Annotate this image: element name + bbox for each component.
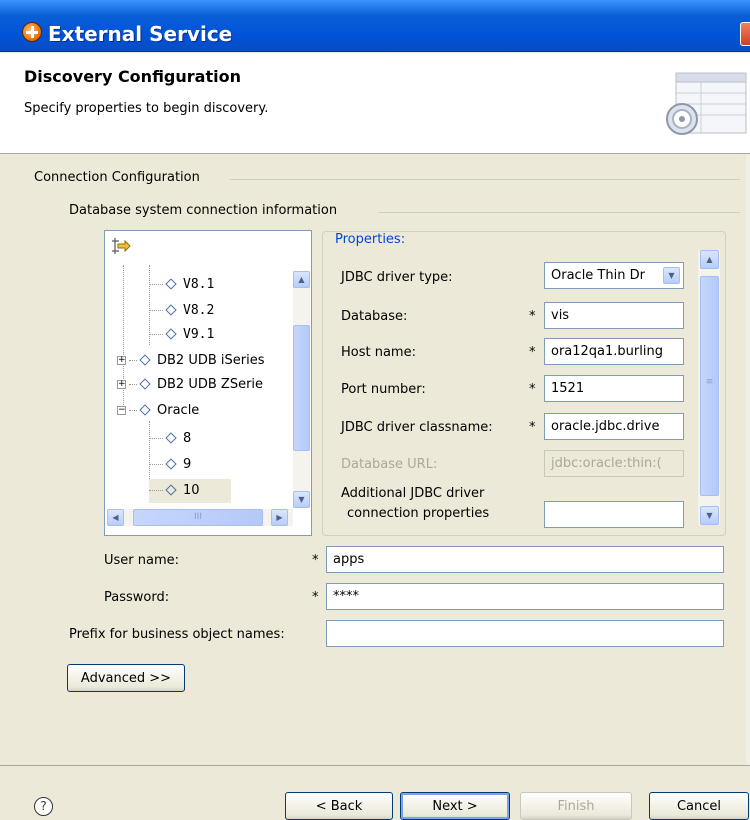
tree-item-db2-udb-zseries[interactable]: + DB2 UDB ZSerie xyxy=(117,373,263,397)
tree-horizontal-scrollbar[interactable]: ◀ III ▶ xyxy=(107,509,293,526)
page-title: Discovery Configuration xyxy=(24,67,241,86)
app-icon xyxy=(22,22,42,42)
additional-jdbc-props-input[interactable] xyxy=(544,501,684,528)
next-button[interactable]: Next > xyxy=(400,792,510,820)
discovery-banner-icon xyxy=(666,72,747,135)
jdbc-driver-type-label: JDBC driver type: xyxy=(341,270,453,285)
expand-icon[interactable]: + xyxy=(117,356,126,365)
host-name-label: Host name: xyxy=(341,345,416,360)
port-number-label: Port number: xyxy=(341,382,426,397)
host-name-input[interactable]: ora12qa1.burling xyxy=(544,338,684,365)
tree-item-oracle-9[interactable]: 9 xyxy=(149,453,191,477)
scroll-up-icon[interactable]: ▲ xyxy=(293,271,310,288)
additional-jdbc-props-label-line1: Additional JDBC driver xyxy=(341,486,485,501)
port-number-input[interactable]: 1521 xyxy=(544,375,684,402)
properties-legend: Properties: xyxy=(332,232,409,247)
wizard-header: Discovery Configuration Specify properti… xyxy=(0,53,750,154)
jdbc-driver-classname-input[interactable]: oracle.jdbc.drive xyxy=(544,413,684,440)
tree-item-oracle-10[interactable]: 10 xyxy=(149,479,231,503)
connection-configuration-label: Connection Configuration xyxy=(34,170,206,185)
required-marker: * xyxy=(529,309,536,324)
node-icon xyxy=(165,327,177,340)
jdbc-driver-type-select[interactable]: Oracle Thin Dr ▼ xyxy=(544,262,684,289)
help-icon[interactable]: ? xyxy=(34,797,53,816)
additional-jdbc-props-label-line2: connection properties xyxy=(347,506,490,521)
tree-item-db2-udb-iseries[interactable]: + DB2 UDB iSeries xyxy=(117,349,265,373)
cancel-button[interactable]: Cancel xyxy=(649,792,749,820)
database-type-tree[interactable]: V8.1 V8.2 V9.1 + DB2 UDB iSeries + DB2 UDB… xyxy=(104,230,312,536)
footer-divider xyxy=(0,765,750,766)
jdbc-driver-classname-label: JDBC driver classname: xyxy=(341,420,493,435)
scroll-up-icon[interactable]: ▲ xyxy=(700,250,719,269)
scroll-thumb[interactable]: III xyxy=(133,509,263,526)
tree-vertical-scrollbar[interactable]: ▲ ▼ xyxy=(293,271,310,508)
finish-button: Finish xyxy=(520,792,632,820)
collapse-icon[interactable]: − xyxy=(117,406,126,415)
scroll-right-icon[interactable]: ▶ xyxy=(271,509,288,526)
expand-icon[interactable]: + xyxy=(117,380,126,389)
node-icon xyxy=(139,353,151,366)
prefix-input[interactable] xyxy=(326,620,724,647)
scroll-left-icon[interactable]: ◀ xyxy=(107,509,124,526)
prefix-label: Prefix for business object names: xyxy=(69,627,285,642)
advanced-button[interactable]: Advanced >> xyxy=(67,664,185,692)
tree-item-oracle-8[interactable]: 8 xyxy=(149,427,191,451)
required-marker: * xyxy=(312,553,319,568)
window-title: External Service xyxy=(48,22,233,46)
user-name-input[interactable]: apps xyxy=(326,546,724,573)
required-marker: * xyxy=(529,382,536,397)
user-name-label: User name: xyxy=(104,553,180,568)
password-input[interactable]: **** xyxy=(326,583,724,610)
node-icon xyxy=(165,431,177,444)
scroll-down-icon[interactable]: ▼ xyxy=(700,506,719,525)
scroll-thumb[interactable] xyxy=(293,325,310,451)
group-divider xyxy=(378,212,740,213)
required-marker: * xyxy=(529,420,536,435)
scroll-down-icon[interactable]: ▼ xyxy=(293,491,310,508)
database-url-label: Database URL: xyxy=(341,457,438,472)
chevron-down-icon[interactable]: ▼ xyxy=(663,267,680,284)
database-input[interactable]: vis xyxy=(544,302,684,329)
group-divider xyxy=(230,179,740,180)
required-marker: * xyxy=(529,345,536,360)
page-description: Specify properties to begin discovery. xyxy=(24,101,269,116)
collapse-all-icon[interactable] xyxy=(109,235,131,257)
password-label: Password: xyxy=(104,590,170,605)
node-icon xyxy=(165,483,177,496)
database-label: Database: xyxy=(341,309,408,324)
back-button[interactable]: < Back xyxy=(285,792,393,820)
tree-item-oracle[interactable]: − Oracle xyxy=(117,399,199,423)
properties-vertical-scrollbar[interactable]: ▲ ≡ ▼ xyxy=(698,250,720,525)
page-scrollbar[interactable] xyxy=(746,154,750,765)
database-connection-info-label: Database system connection information xyxy=(69,203,344,218)
required-marker: * xyxy=(312,590,319,605)
tree-item-v8-2[interactable]: V8.2 xyxy=(149,299,214,323)
node-icon xyxy=(165,303,177,316)
node-icon xyxy=(139,403,151,416)
node-icon xyxy=(139,377,151,390)
tree-item-v8-1[interactable]: V8.1 xyxy=(149,273,214,297)
tree-item-v9-1[interactable]: V9.1 xyxy=(149,323,214,347)
scroll-thumb[interactable]: ≡ xyxy=(700,276,719,496)
close-window-button[interactable] xyxy=(740,22,750,46)
database-url-input: jdbc:oracle:thin:( xyxy=(544,450,684,477)
node-icon xyxy=(165,277,177,290)
node-icon xyxy=(165,457,177,470)
